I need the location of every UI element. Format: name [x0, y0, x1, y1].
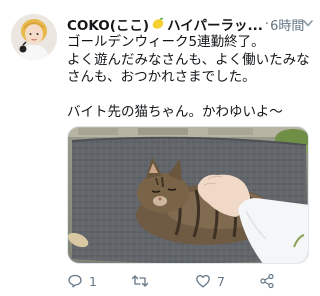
like-button[interactable]: 7: [195, 273, 259, 289]
display-name-suffix[interactable]: ハイパーラッ...: [167, 14, 263, 34]
tweet-text-line: ゴールデンウィーク5連勤終了。: [67, 34, 265, 50]
tweet-card[interactable]: COKO(ここ) ハイパーラッ... · 6時間 ゴールデンウィーク5連勤終了。…: [0, 0, 320, 296]
lemon-icon: [151, 15, 165, 34]
display-name[interactable]: COKO(ここ): [67, 14, 149, 34]
separator: ·: [264, 16, 270, 32]
reply-button[interactable]: 1: [67, 273, 131, 289]
retweet-icon: [131, 275, 149, 287]
tweet-photo[interactable]: [67, 126, 309, 264]
tweet-actions: 1 7: [67, 271, 317, 291]
chevron-down-icon[interactable]: [301, 15, 315, 29]
like-count: 7: [217, 273, 225, 289]
heart-icon: [196, 274, 210, 288]
reply-count: 1: [89, 273, 97, 289]
cat-photo: [68, 127, 308, 263]
share-icon: [260, 273, 274, 289]
tweet-text-line: さんも、おつかれさまでした。: [67, 69, 256, 85]
reply-icon: [68, 274, 82, 288]
avatar-image: [11, 14, 57, 60]
tweet-text-line: よく遊んだみなさんも、よく働いたみな: [67, 51, 310, 68]
timestamp[interactable]: 6時間: [270, 15, 304, 34]
avatar[interactable]: [11, 14, 57, 60]
retweet-button[interactable]: [131, 273, 195, 289]
tweet-text-line: バイト先の猫ちゃん。かわゆいよ〜: [67, 104, 283, 120]
tweet-header: COKO(ここ) ハイパーラッ... · 6時間: [67, 14, 313, 35]
share-button[interactable]: [259, 273, 275, 289]
tweet-text: ゴールデンウィーク5連勤終了。 よく遊んだみなさんも、よく働いたみな さんも、お…: [67, 34, 315, 122]
